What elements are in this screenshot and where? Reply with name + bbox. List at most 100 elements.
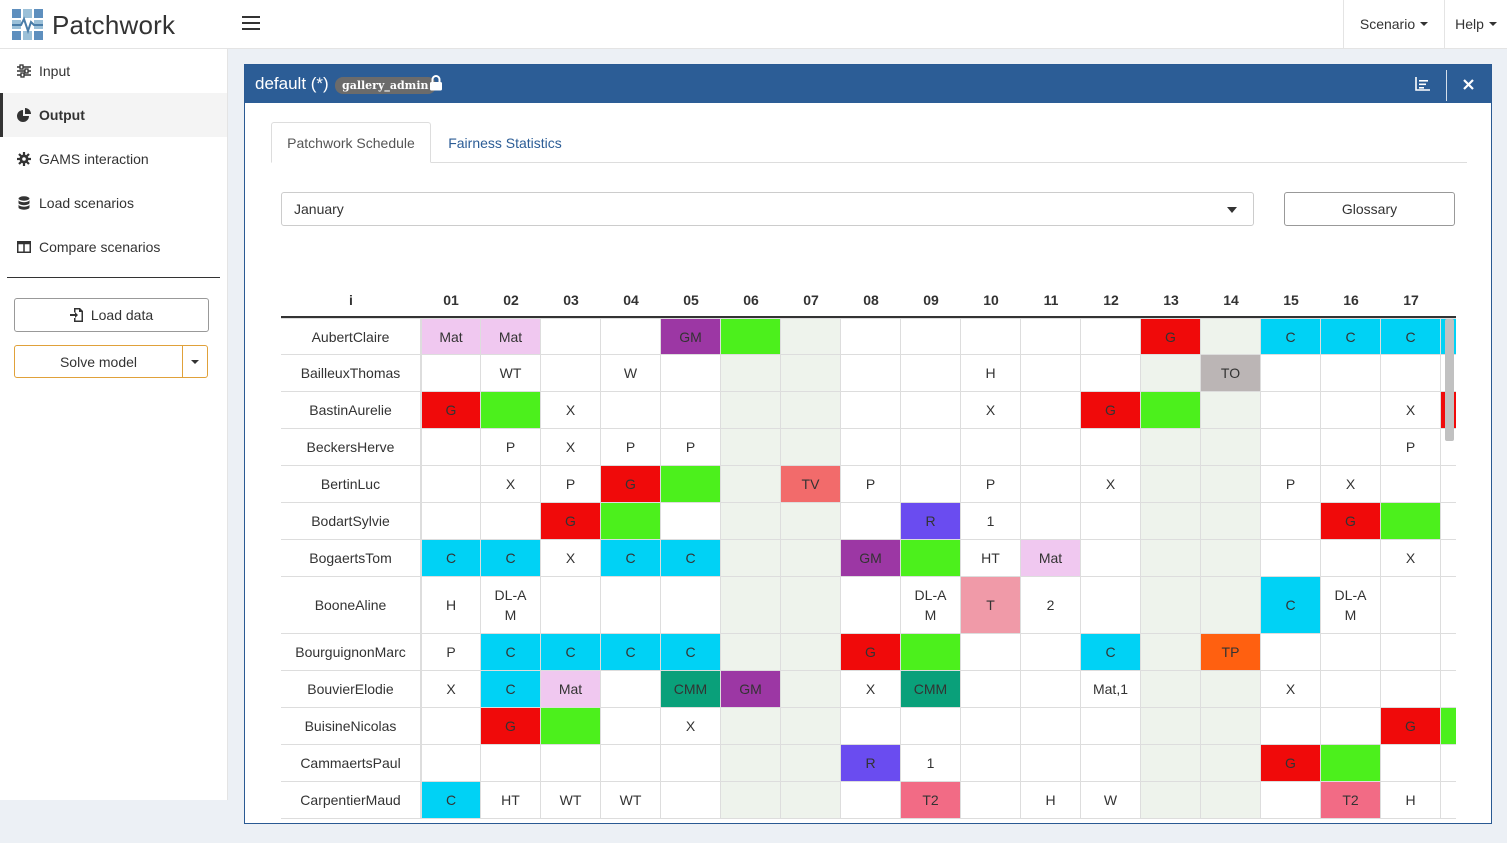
schedule-cell[interactable] (1201, 466, 1261, 503)
schedule-cell[interactable] (601, 577, 661, 634)
schedule-cell[interactable]: P (961, 466, 1021, 503)
schedule-cell[interactable]: Mat,1 (1081, 671, 1141, 708)
schedule-cell[interactable]: Mat (1021, 540, 1081, 577)
schedule-cell[interactable] (1261, 540, 1321, 577)
schedule-cell[interactable] (721, 429, 781, 466)
column-header-day[interactable]: 09 (901, 283, 961, 317)
column-header-day[interactable]: 18 (1441, 283, 1456, 317)
schedule-cell[interactable] (1441, 540, 1456, 577)
schedule-cell[interactable] (961, 671, 1021, 708)
schedule-cell[interactable]: X (421, 671, 481, 708)
schedule-cell[interactable]: R (901, 503, 961, 540)
schedule-cell[interactable] (781, 429, 841, 466)
schedule-cell[interactable]: X (541, 429, 601, 466)
schedule-cell[interactable] (781, 503, 841, 540)
schedule-cell[interactable] (1081, 429, 1141, 466)
column-header-day[interactable]: 07 (781, 283, 841, 317)
schedule-cell[interactable] (1381, 671, 1441, 708)
schedule-cell[interactable]: I (1441, 466, 1456, 503)
schedule-cell[interactable]: P (1261, 466, 1321, 503)
schedule-cell[interactable] (541, 355, 601, 392)
schedule-cell[interactable] (1381, 634, 1441, 671)
schedule-cell[interactable] (1021, 392, 1081, 429)
schedule-cell[interactable]: R (841, 745, 901, 782)
column-header-day[interactable]: 03 (541, 283, 601, 317)
schedule-cell[interactable]: DL-AM (1321, 577, 1381, 634)
schedule-cell[interactable] (1081, 540, 1141, 577)
schedule-cell[interactable]: H (1021, 782, 1081, 819)
schedule-cell[interactable] (1021, 319, 1081, 355)
column-header-day[interactable]: 10 (961, 283, 1021, 317)
schedule-cell[interactable]: G (1141, 319, 1201, 355)
column-header-day[interactable]: 06 (721, 283, 781, 317)
schedule-cell[interactable] (1321, 671, 1381, 708)
schedule-cell[interactable] (1081, 319, 1141, 355)
schedule-cell[interactable]: W (1081, 782, 1141, 819)
schedule-cell[interactable]: X (541, 392, 601, 429)
schedule-cell[interactable]: C (421, 782, 481, 819)
schedule-cell[interactable] (1441, 782, 1456, 819)
schedule-cell[interactable]: W (601, 355, 661, 392)
schedule-cell[interactable]: DL-AM (481, 577, 541, 634)
schedule-cell[interactable] (1201, 745, 1261, 782)
schedule-cell[interactable]: C (1261, 577, 1321, 634)
schedule-cell[interactable]: Mat (541, 671, 601, 708)
schedule-cell[interactable] (421, 503, 481, 540)
schedule-cell[interactable] (1261, 634, 1321, 671)
schedule-cell[interactable] (781, 540, 841, 577)
schedule-cell[interactable] (901, 392, 961, 429)
schedule-cell[interactable] (1441, 708, 1456, 745)
schedule-cell[interactable]: GM (841, 540, 901, 577)
schedule-cell[interactable] (1141, 540, 1201, 577)
schedule-cell[interactable] (1021, 671, 1081, 708)
schedule-cell[interactable] (781, 319, 841, 355)
schedule-cell[interactable] (781, 634, 841, 671)
schedule-cell[interactable] (1021, 503, 1081, 540)
schedule-cell[interactable] (1321, 429, 1381, 466)
schedule-cell[interactable] (1021, 708, 1081, 745)
schedule-cell[interactable] (541, 708, 601, 745)
logo[interactable]: Patchwork (12, 8, 175, 42)
schedule-cell[interactable] (661, 392, 721, 429)
schedule-cell[interactable] (661, 355, 721, 392)
schedule-cell[interactable] (961, 429, 1021, 466)
schedule-cell[interactable] (961, 745, 1021, 782)
schedule-cell[interactable]: P (661, 429, 721, 466)
schedule-cell[interactable] (1141, 503, 1201, 540)
schedule-cell[interactable] (1381, 577, 1441, 634)
schedule-cell[interactable]: H (1381, 782, 1441, 819)
schedule-cell[interactable] (481, 745, 541, 782)
schedule-cell[interactable]: HT (481, 782, 541, 819)
schedule-cell[interactable] (901, 634, 961, 671)
schedule-cell[interactable] (1321, 634, 1381, 671)
schedule-cell[interactable] (721, 355, 781, 392)
schedule-cell[interactable] (481, 392, 541, 429)
schedule-cell[interactable]: 1 (961, 503, 1021, 540)
column-header-day[interactable]: 01 (421, 283, 481, 317)
schedule-cell[interactable] (1021, 355, 1081, 392)
schedule-cell[interactable] (1141, 429, 1201, 466)
schedule-cell[interactable] (1321, 745, 1381, 782)
schedule-cell[interactable]: X (1381, 540, 1441, 577)
schedule-cell[interactable] (1201, 708, 1261, 745)
schedule-cell[interactable] (601, 745, 661, 782)
tab-fairness-statistics[interactable]: Fairness Statistics (433, 122, 577, 163)
schedule-cell[interactable] (721, 708, 781, 745)
schedule-cell[interactable] (601, 319, 661, 355)
schedule-cell[interactable] (721, 319, 781, 355)
schedule-cell[interactable]: Mat (481, 319, 541, 355)
schedule-cell[interactable]: X (541, 540, 601, 577)
schedule-cell[interactable] (421, 429, 481, 466)
column-header-day[interactable]: 11 (1021, 283, 1081, 317)
schedule-cell[interactable] (841, 355, 901, 392)
schedule-cell[interactable]: G (1261, 745, 1321, 782)
schedule-cell[interactable] (1261, 392, 1321, 429)
schedule-cell[interactable] (841, 503, 901, 540)
schedule-cell[interactable]: C (481, 671, 541, 708)
schedule-cell[interactable] (661, 577, 721, 634)
schedule-cell[interactable]: C (1081, 634, 1141, 671)
schedule-cell[interactable] (1201, 319, 1261, 355)
sidebar-toggle-icon[interactable] (242, 12, 260, 36)
table-view-icon[interactable] (1415, 77, 1431, 91)
schedule-cell[interactable] (661, 782, 721, 819)
